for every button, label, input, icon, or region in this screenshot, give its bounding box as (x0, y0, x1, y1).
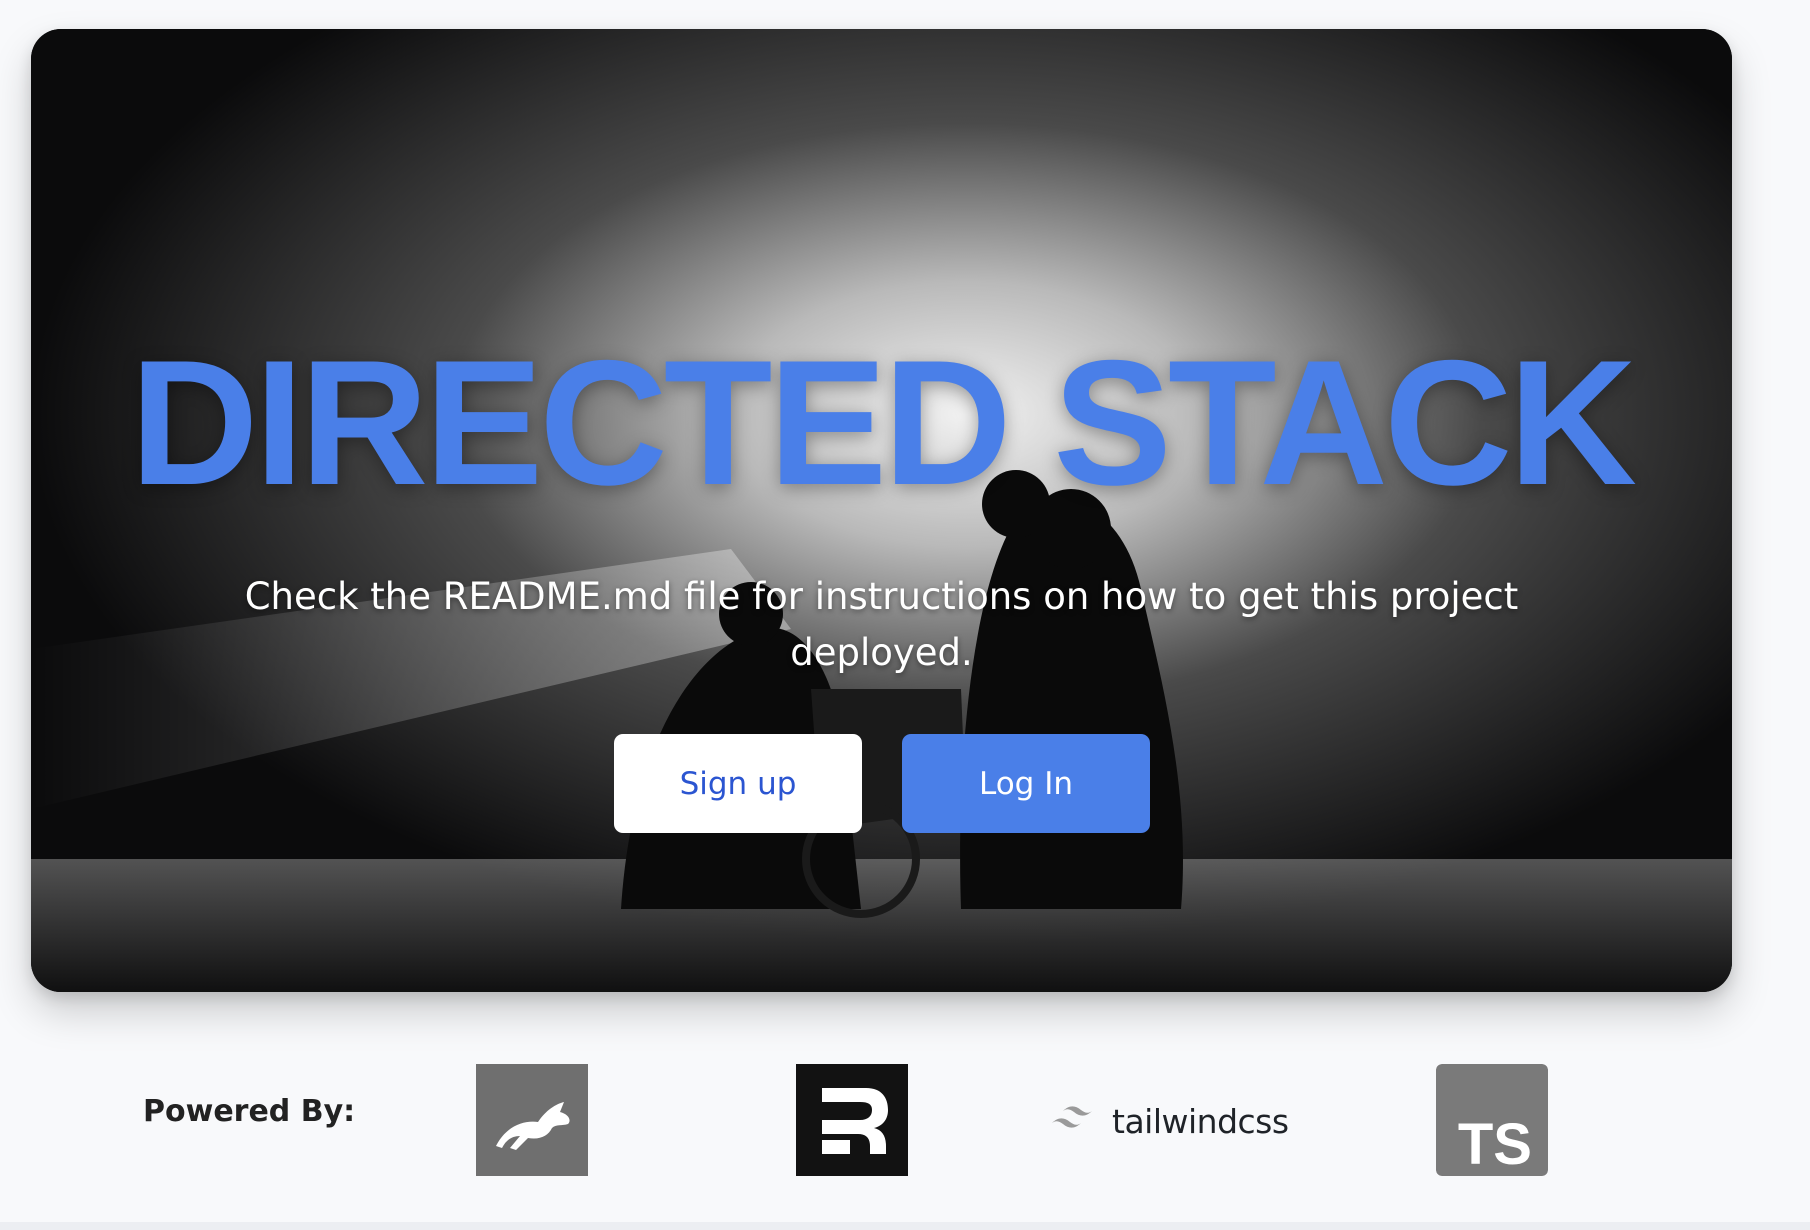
remix-logo[interactable] (796, 1064, 908, 1176)
hero-subtitle: Check the README.md file for instruction… (244, 575, 1519, 674)
tailwindcss-logo[interactable]: tailwindcss (1050, 1098, 1289, 1144)
page-bottom-bar (0, 1222, 1810, 1230)
login-button[interactable]: Log In (902, 734, 1150, 833)
ts-icon: TS (1458, 1112, 1532, 1176)
signup-button[interactable]: Sign up (614, 734, 862, 833)
powered-by-label: Powered By: (143, 1094, 356, 1129)
fly-logo[interactable] (476, 1064, 588, 1176)
hero-banner: DIRECTED STACK Check the README.md file … (31, 29, 1732, 992)
tailwind-wave-icon (1052, 1106, 1092, 1128)
tailwindcss-wordmark: tailwindcss (1112, 1101, 1289, 1141)
hero-title: DIRECTED STACK (129, 323, 1637, 522)
typescript-logo[interactable]: TS (1436, 1064, 1548, 1176)
